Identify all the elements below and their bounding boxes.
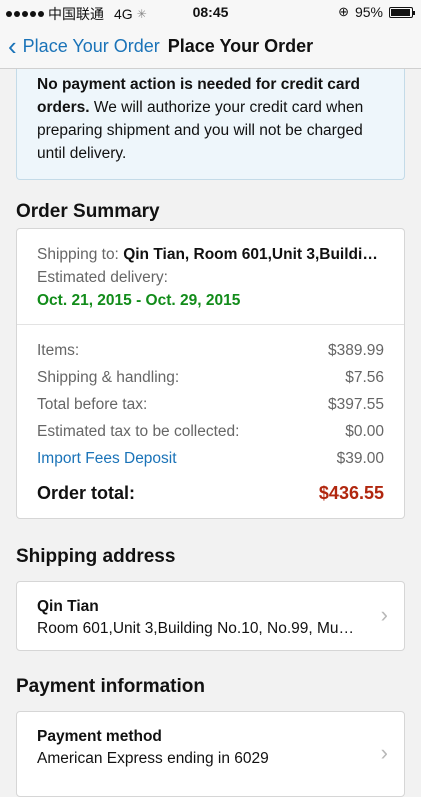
page-content: No payment action is needed for credit c… [0,69,421,797]
shipping-to-line: Shipping to: Qin Tian, Room 601,Unit 3,B… [37,243,384,266]
payment-info-heading: Payment information [16,676,205,697]
row-label: Items: [37,341,80,359]
row-value: $0.00 [345,422,384,440]
shipping-address-card[interactable]: Qin Tian Room 601,Unit 3,Building No.10,… [16,581,405,651]
est-delivery-label: Estimated delivery: [37,269,168,286]
payment-method-card[interactable]: Payment method American Express ending i… [16,711,405,797]
row-value: $389.99 [327,341,384,359]
row-value: $397.55 [327,395,384,413]
payment-method-title: Payment method [37,728,162,745]
address-line: Room 601,Unit 3,Building No.10, No.99, M… [37,620,355,637]
order-total-label: Order total: [37,482,136,503]
battery-percent: 95% [354,4,383,20]
status-right: ⊕ 95% [338,4,415,20]
back-label: Place Your Order [22,35,160,56]
payment-notice: No payment action is needed for credit c… [16,69,405,180]
status-bar: 中国联通 4G ✳ 08:45 ⊕ 95% [0,0,421,24]
battery-icon [389,6,415,18]
before-tax-row: Total before tax: $397.55 [37,391,384,418]
row-label: Total before tax: [37,395,148,413]
payment-method-value: American Express ending in 6029 [37,750,269,767]
chevron-right-icon: › [380,602,388,627]
shipping-info[interactable]: Shipping to: Qin Tian, Room 601,Unit 3,B… [17,229,404,325]
shipping-row: Shipping & handling: $7.56 [37,364,384,391]
tax-row: Estimated tax to be collected: $0.00 [37,418,384,445]
order-totals: Items: $389.99 Shipping & handling: $7.5… [17,325,404,518]
navigation-bar: ‹ Place Your Order Place Your Order [0,24,421,69]
order-summary-card: Shipping to: Qin Tian, Room 601,Unit 3,B… [16,228,405,519]
import-fees-link[interactable]: Import Fees Deposit [37,450,177,468]
row-label: Shipping & handling: [37,368,180,386]
shipping-to-value: Qin Tian, Room 601,Unit 3,Building No.10… [123,246,384,263]
back-button[interactable]: ‹ Place Your Order [8,33,160,59]
page-title: Place Your Order [167,35,314,56]
chevron-left-icon: ‹ [8,31,17,61]
shipping-to-label: Shipping to: [37,246,124,263]
items-row: Items: $389.99 [37,337,384,364]
order-total-row: Order total: $436.55 [37,476,384,510]
row-label: Estimated tax to be collected: [37,422,240,440]
row-value: $7.56 [345,368,384,386]
address-name: Qin Tian [37,598,99,615]
chevron-right-icon: › [380,740,388,765]
row-value: $39.00 [336,449,384,467]
shipping-address-heading: Shipping address [16,546,176,567]
order-summary-heading: Order Summary [16,201,160,222]
order-total-value: $436.55 [318,482,384,503]
est-delivery-value: Oct. 21, 2015 - Oct. 29, 2015 [37,292,241,309]
import-fees-row: Import Fees Deposit $39.00 [37,445,384,472]
rotation-lock-icon: ⊕ [338,4,349,19]
